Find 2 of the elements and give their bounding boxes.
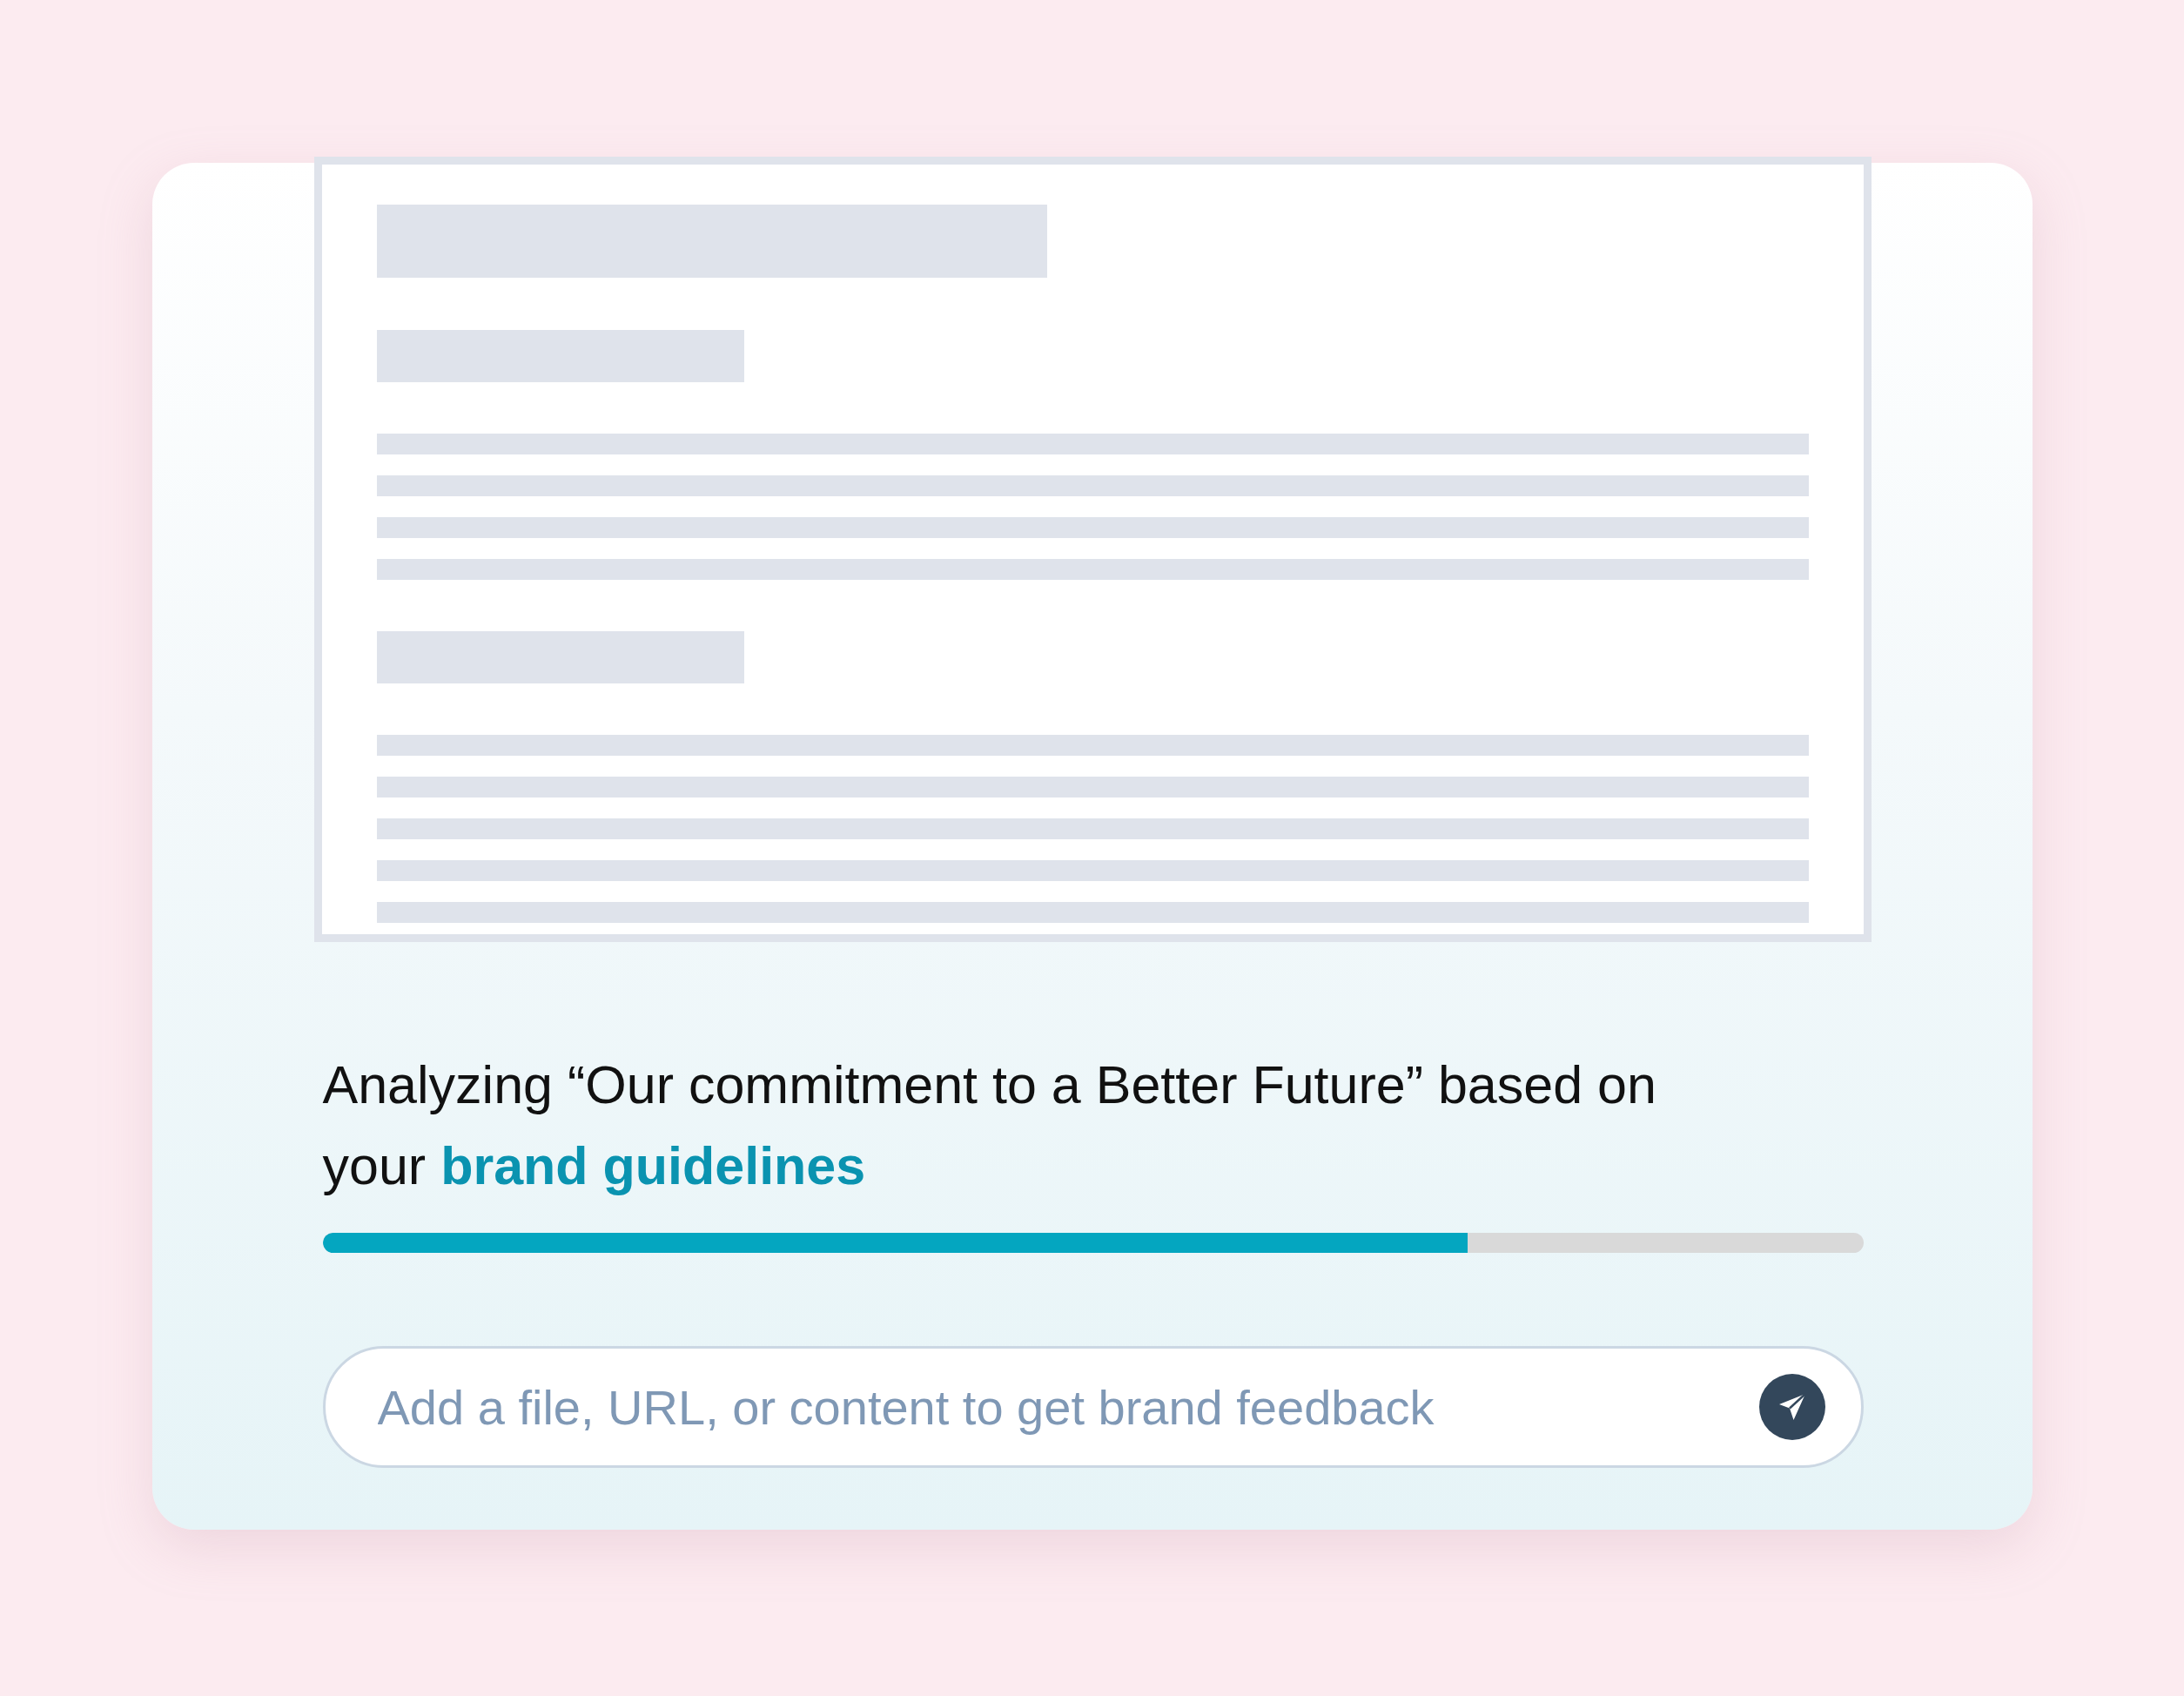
feedback-input-field[interactable]: Add a file, URL, or content to get brand feedback <box>322 1346 1864 1468</box>
status-message: Analyzing “Our commitment to a Better Future” based on your brand guidelines <box>322 1054 1657 1197</box>
